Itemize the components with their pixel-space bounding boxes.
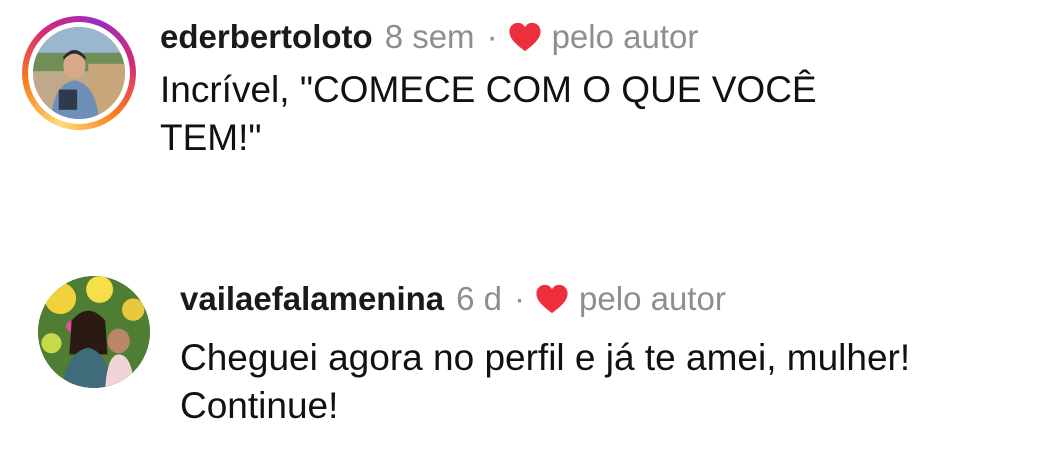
heart-icon [535,283,569,315]
separator-dot: · [486,18,498,55]
comment-meta: ederbertoloto 8 sem · pelo autor [160,17,698,57]
story-ring-avatar[interactable] [22,16,136,130]
avatar-photo [33,27,125,119]
liked-by-author-label: pelo autor [551,18,699,55]
avatar[interactable] [38,276,150,388]
liked-by-author-label: pelo autor [579,280,726,317]
comment: vailaefalamenina 6 d · pelo autor Chegue… [0,262,1037,450]
comment-text: Incrível, "COMECE COM O QUE VOCÊ TEM!" [160,69,817,158]
comment-meta: vailaefalamenina 6 d · pelo autor [180,279,726,319]
comment-time[interactable]: 8 sem [385,17,475,57]
comment-time[interactable]: 6 d [456,279,502,319]
comment-text: Cheguei agora no perfil e já te amei, mu… [180,337,911,426]
heart-icon [508,21,542,53]
avatar[interactable] [33,27,125,119]
avatar-photo [38,276,150,388]
separator-dot: · [514,280,526,317]
username-link[interactable]: vailaefalamenina [180,279,444,319]
username-link[interactable]: ederbertoloto [160,17,373,57]
comment: ederbertoloto 8 sem · pelo autor Incríve… [0,0,1037,210]
